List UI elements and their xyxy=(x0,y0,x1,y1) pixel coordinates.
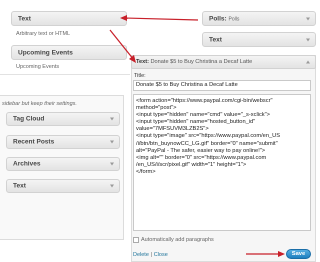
widget-title: Polls: xyxy=(209,15,227,22)
widget-subtitle: Polls xyxy=(228,16,240,22)
available-widget-upcoming-events[interactable]: Upcoming Events xyxy=(11,45,127,60)
chevron-down-icon[interactable] xyxy=(110,140,114,144)
code-line: method="post"> xyxy=(136,105,177,112)
chevron-down-icon[interactable] xyxy=(110,117,114,121)
inactive-widgets-hint: sidebar but keep their settings. xyxy=(2,101,77,107)
arrow-to-text-widget xyxy=(120,15,199,21)
chevron-up-icon[interactable] xyxy=(306,60,310,64)
widget-title: Text xyxy=(18,15,31,22)
code-line: <input type="hidden" name="hosted_button… xyxy=(136,119,256,126)
content-code: <form action="https://www.paypal.com/cgi… xyxy=(136,98,280,176)
delete-link[interactable]: Delete xyxy=(133,252,149,258)
code-line: /en_US/i/scr/pixel.gif" width="1" height… xyxy=(136,161,247,168)
inactive-widget-text[interactable]: Text xyxy=(6,179,120,193)
code-line: <form action="https://www.paypal.com/cgi… xyxy=(136,98,273,104)
content-textarea[interactable]: <form action="https://www.paypal.com/cgi… xyxy=(133,94,311,231)
widget-title: Archives xyxy=(13,160,41,168)
title-input-value: Donate $5 to Buy Christina a Decaf Latte xyxy=(136,82,238,88)
title-input[interactable]: Donate $5 to Buy Christina a Decaf Latte xyxy=(133,80,311,91)
close-link[interactable]: Close xyxy=(154,252,168,258)
widget-description: Arbitrary text or HTML xyxy=(16,31,71,37)
code-line: </form> xyxy=(136,168,156,175)
code-line: /i/btn/btn_buynowCC_LG.gif" border="0" n… xyxy=(136,140,278,147)
divider xyxy=(0,74,130,75)
sidebar-widget-polls[interactable]: Polls: Polls xyxy=(202,11,316,26)
chevron-down-icon[interactable] xyxy=(110,162,114,166)
code-line: <input type="image" src="https://www.pay… xyxy=(136,133,281,140)
chevron-down-icon[interactable] xyxy=(306,17,310,20)
save-button[interactable]: Save xyxy=(286,249,311,259)
inactive-widget-recent-posts[interactable]: Recent Posts xyxy=(6,135,120,149)
widget-title: Tag Cloud xyxy=(13,115,45,123)
widget-control-links: Delete | Close xyxy=(133,252,168,258)
auto-paragraphs-label: Automatically add paragraphs xyxy=(141,237,214,243)
title-label: Title: xyxy=(134,73,146,79)
chevron-down-icon[interactable] xyxy=(306,38,310,41)
inactive-widget-tag-cloud[interactable]: Tag Cloud xyxy=(6,112,120,126)
code-line: <input type="hidden" name="cmd" value="_… xyxy=(136,112,270,119)
code-line: <img alt="" border="0" src="https://www.… xyxy=(136,154,267,161)
widget-title: Text xyxy=(209,36,222,43)
chevron-down-icon[interactable] xyxy=(110,184,114,188)
widget-description: Upcoming Events xyxy=(16,64,60,70)
widget-title: Text: xyxy=(136,59,149,65)
code-line: alt="PayPal - The safer, easier way to p… xyxy=(136,147,266,154)
available-widget-text[interactable]: Text xyxy=(11,11,127,26)
inactive-widget-archives[interactable]: Archives xyxy=(6,157,120,171)
widget-title: Recent Posts xyxy=(13,138,55,146)
widget-subtitle: Donate $5 to Buy Christina a Decaf Latte xyxy=(150,59,253,65)
widget-title: Upcoming Events xyxy=(18,49,73,56)
auto-paragraphs-checkbox[interactable] xyxy=(133,237,139,243)
expanded-widget-header[interactable]: Text: Donate $5 to Buy Christina a Decaf… xyxy=(131,55,316,69)
sidebar-widget-text[interactable]: Text xyxy=(202,32,316,47)
link-separator: | xyxy=(150,252,153,258)
save-button-label: Save xyxy=(291,251,306,257)
code-line: value="7MFSUVM3LZB2S"> xyxy=(136,126,209,133)
widget-title: Text xyxy=(13,182,26,190)
